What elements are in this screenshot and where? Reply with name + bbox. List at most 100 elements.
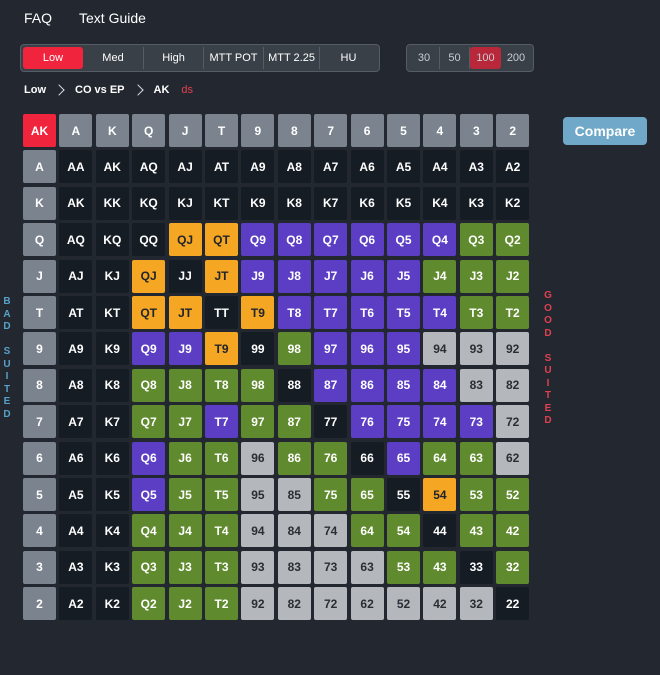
hand-cell[interactable]: J8 <box>168 368 202 402</box>
row-header-6[interactable]: 6 <box>23 441 56 475</box>
row-header-8[interactable]: 8 <box>23 368 56 402</box>
range-tab-mtt-pot[interactable]: MTT POT <box>204 47 264 69</box>
hand-cell[interactable]: QJ <box>168 223 202 257</box>
hand-cell[interactable]: AA <box>59 150 93 184</box>
hand-cell[interactable]: T4 <box>205 514 238 548</box>
hand-cell[interactable]: K2 <box>95 587 129 621</box>
hand-cell[interactable]: 95 <box>241 478 275 511</box>
hand-cell[interactable]: K5 <box>95 478 129 511</box>
hand-cell[interactable]: 82 <box>496 368 530 402</box>
hand-cell[interactable]: K6 <box>350 186 384 220</box>
hand-cell[interactable]: 63 <box>459 441 493 475</box>
hand-cell[interactable]: A3 <box>459 150 493 184</box>
stack-tab-30[interactable]: 30 <box>409 47 440 69</box>
hand-cell[interactable]: 74 <box>423 405 457 439</box>
hand-cell[interactable]: J3 <box>168 550 202 584</box>
hand-cell[interactable]: K9 <box>241 186 275 220</box>
hand-cell[interactable]: 33 <box>459 550 493 584</box>
hand-cell[interactable]: J3 <box>459 259 493 293</box>
hand-cell[interactable]: Q2 <box>496 223 530 257</box>
hand-cell[interactable]: 43 <box>459 514 493 548</box>
hand-cell[interactable]: T7 <box>205 405 238 439</box>
hand-cell[interactable]: J4 <box>168 514 202 548</box>
hand-cell[interactable]: 86 <box>277 441 311 475</box>
hand-cell[interactable]: 84 <box>423 368 457 402</box>
hand-cell[interactable]: 98 <box>241 368 275 402</box>
hand-cell[interactable]: 42 <box>496 514 530 548</box>
hand-cell[interactable]: 77 <box>314 405 348 439</box>
hand-cell[interactable]: A5 <box>59 478 93 511</box>
hand-cell[interactable]: 32 <box>496 550 530 584</box>
hand-cell[interactable]: 42 <box>423 587 457 621</box>
hand-cell[interactable]: JT <box>205 259 238 293</box>
hand-cell[interactable]: 85 <box>387 368 420 402</box>
column-header-9[interactable]: 9 <box>241 114 275 147</box>
hand-cell[interactable]: K7 <box>314 186 348 220</box>
hand-cell[interactable]: 92 <box>241 587 275 621</box>
hand-cell[interactable]: 94 <box>241 514 275 548</box>
hand-cell[interactable]: Q4 <box>423 223 457 257</box>
hand-cell[interactable]: A9 <box>59 332 93 366</box>
hand-cell[interactable]: 66 <box>350 441 384 475</box>
hand-cell[interactable]: 52 <box>496 478 530 511</box>
hand-cell[interactable]: T9 <box>241 296 275 329</box>
hand-cell[interactable]: K2 <box>496 186 530 220</box>
hand-cell[interactable]: T6 <box>350 296 384 329</box>
hand-cell[interactable]: A6 <box>59 441 93 475</box>
hand-cell[interactable]: J9 <box>241 259 275 293</box>
column-header-4[interactable]: 4 <box>423 114 457 147</box>
hand-cell[interactable]: 87 <box>314 368 348 402</box>
hand-cell[interactable]: T3 <box>459 296 493 329</box>
hand-cell[interactable]: A9 <box>241 150 275 184</box>
hand-cell[interactable]: KT <box>205 186 238 220</box>
text-guide-link[interactable]: Text Guide <box>79 10 146 26</box>
column-header-3[interactable]: 3 <box>459 114 493 147</box>
hand-cell[interactable]: AQ <box>59 223 93 257</box>
hand-cell[interactable]: 73 <box>459 405 493 439</box>
hand-cell[interactable]: A7 <box>59 405 93 439</box>
stack-tab-100[interactable]: 100 <box>470 47 501 69</box>
column-header-k[interactable]: K <box>95 114 129 147</box>
hand-cell[interactable]: J8 <box>277 259 311 293</box>
hand-cell[interactable]: A4 <box>59 514 93 548</box>
hand-cell[interactable]: QT <box>205 223 238 257</box>
hand-cell[interactable]: 84 <box>277 514 311 548</box>
hand-cell[interactable]: K8 <box>95 368 129 402</box>
range-tab-hu[interactable]: HU <box>320 47 377 69</box>
hand-cell[interactable]: 92 <box>496 332 530 366</box>
hand-cell[interactable]: Q3 <box>459 223 493 257</box>
range-tab-high[interactable]: High <box>144 47 204 69</box>
hand-cell[interactable]: 53 <box>387 550 420 584</box>
hand-cell[interactable]: KK <box>95 186 129 220</box>
hand-cell[interactable]: Q5 <box>132 478 166 511</box>
hand-cell[interactable]: QQ <box>132 223 166 257</box>
hand-cell[interactable]: 94 <box>423 332 457 366</box>
column-header-2[interactable]: 2 <box>496 114 530 147</box>
hand-cell[interactable]: 93 <box>241 550 275 584</box>
breadcrumb-item-range[interactable]: Low <box>24 84 46 96</box>
hand-cell[interactable]: Q5 <box>387 223 420 257</box>
column-header-5[interactable]: 5 <box>387 114 420 147</box>
hand-cell[interactable]: AK <box>95 150 129 184</box>
hand-cell[interactable]: 98 <box>277 332 311 366</box>
row-header-a[interactable]: A <box>23 150 56 184</box>
hand-cell[interactable]: K5 <box>387 186 420 220</box>
hand-cell[interactable]: 97 <box>241 405 275 439</box>
hand-cell[interactable]: Q3 <box>132 550 166 584</box>
hand-cell[interactable]: 52 <box>387 587 420 621</box>
hand-cell[interactable]: AK <box>59 186 93 220</box>
hand-cell[interactable]: 72 <box>496 405 530 439</box>
row-header-3[interactable]: 3 <box>23 550 56 584</box>
column-header-8[interactable]: 8 <box>277 114 311 147</box>
hand-cell[interactable]: Q9 <box>241 223 275 257</box>
hand-cell[interactable]: 95 <box>387 332 420 366</box>
hand-cell[interactable]: A7 <box>314 150 348 184</box>
row-header-4[interactable]: 4 <box>23 514 56 548</box>
row-header-5[interactable]: 5 <box>23 478 56 511</box>
breadcrumb-item-position[interactable]: CO vs EP <box>75 84 125 96</box>
hand-cell[interactable]: A8 <box>277 150 311 184</box>
hand-cell[interactable]: A2 <box>59 587 93 621</box>
hand-cell[interactable]: Q8 <box>132 368 166 402</box>
hand-cell[interactable]: 83 <box>277 550 311 584</box>
hand-cell[interactable]: Q6 <box>132 441 166 475</box>
